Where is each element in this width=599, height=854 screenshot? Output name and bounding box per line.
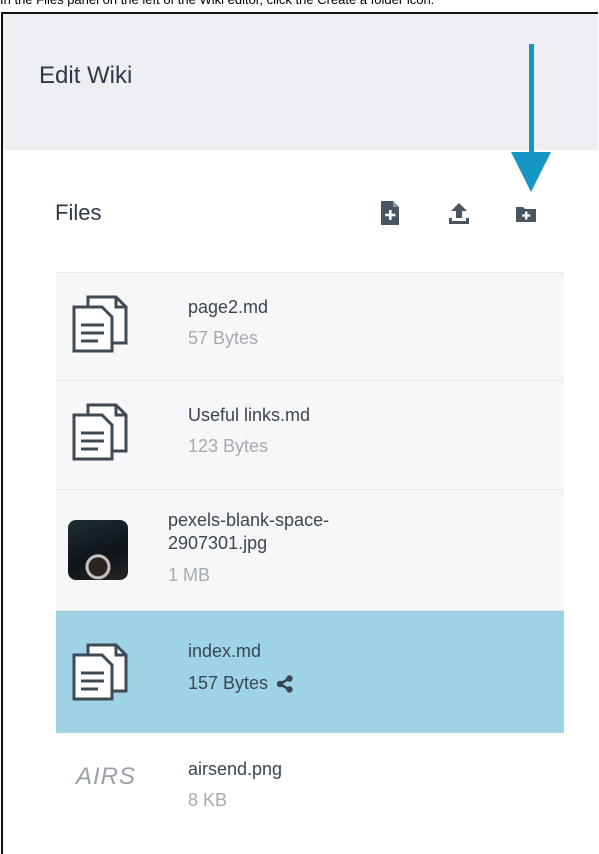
file-row-selected[interactable]: index.md 157 Bytes (56, 611, 564, 733)
file-name: Useful links.md (188, 405, 311, 425)
file-row[interactable]: page2.md 57 Bytes (56, 273, 564, 381)
file-size: 57 Bytes (188, 328, 259, 348)
image-thumbnail: AIRS (76, 763, 137, 790)
file-name: page2.md (188, 297, 269, 317)
file-size: 8 KB (188, 790, 228, 810)
file-row[interactable]: AIRS airsend.png 8 KB (56, 733, 564, 843)
upload-icon[interactable] (448, 200, 470, 226)
wiki-editor-panel: Edit Wiki Files page2.md 57 Bytes Useful… (1, 12, 598, 854)
share-icon[interactable] (276, 675, 294, 693)
file-list: page2.md 57 Bytes Useful links.md 123 By… (56, 272, 564, 854)
file-name-line1: pexels-blank-space- (168, 510, 330, 530)
page-title: Edit Wiki (39, 62, 133, 89)
document-icon (72, 403, 128, 461)
file-row[interactable]: pexels-blank-space- 2907301.jpg 1 MB (56, 490, 564, 611)
document-icon (72, 643, 128, 701)
file-size: 1 MB (168, 565, 211, 585)
instruction-caption: In the Files panel on the left of the Wi… (0, 0, 599, 9)
file-size: 123 Bytes (188, 436, 269, 456)
create-folder-icon[interactable] (515, 200, 537, 226)
file-name: airsend.png (188, 759, 283, 779)
document-icon (72, 295, 128, 353)
files-panel-title: Files (55, 200, 102, 225)
callout-arrow-icon (511, 44, 551, 192)
file-size: 157 Bytes (188, 673, 269, 693)
file-row[interactable]: Useful links.md 123 Bytes (56, 381, 564, 490)
file-name: index.md (188, 641, 262, 661)
new-file-icon[interactable] (379, 200, 401, 226)
file-name-line2: 2907301.jpg (168, 533, 268, 553)
image-thumbnail (68, 520, 128, 580)
